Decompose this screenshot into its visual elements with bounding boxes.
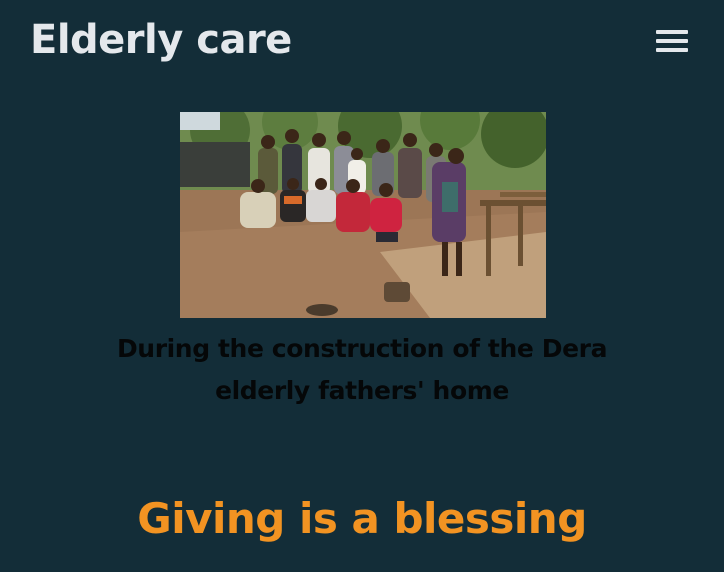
hamburger-menu-icon-bar (656, 48, 688, 52)
group-photo-image (180, 112, 546, 318)
photo-caption: During the construction of the Dera elde… (116, 334, 608, 405)
site-header: Elderly care (0, 0, 724, 84)
group-photo (180, 112, 546, 318)
hamburger-menu-icon-bar (656, 39, 688, 43)
site-title[interactable]: Elderly care (30, 14, 292, 66)
hamburger-menu-icon (656, 30, 688, 34)
hamburger-menu-button[interactable] (654, 28, 692, 56)
section-heading: Giving is a blessing (137, 494, 587, 543)
